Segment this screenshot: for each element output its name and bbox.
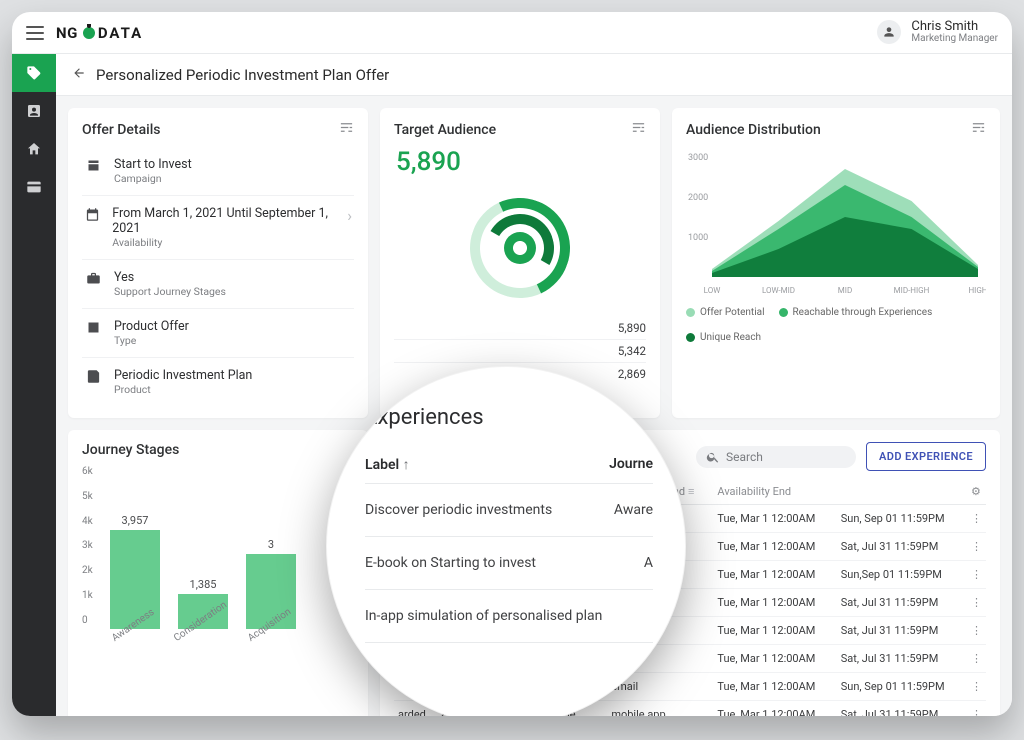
search-icon [706, 450, 720, 464]
audience-distribution-title: Audience Distribution [686, 122, 821, 138]
target-audience-title: Target Audience [394, 122, 496, 138]
svg-text:2000: 2000 [688, 193, 708, 203]
table-header[interactable]: Availability End [713, 479, 836, 505]
legend-item: Offer Potential [686, 307, 765, 318]
sidebar-item-offers[interactable] [12, 54, 56, 92]
tune-icon[interactable] [631, 120, 646, 139]
row-menu-icon[interactable]: ⋮ [967, 617, 986, 645]
page-header: Personalized Periodic Investment Plan Of… [56, 54, 1012, 96]
app-frame: NG DATA Chris Smith Marketing Manager [12, 12, 1012, 716]
offer-details-title: Offer Details [82, 122, 160, 138]
lens-col-label: Label [365, 457, 399, 473]
user-name: Chris Smith [911, 20, 998, 34]
journey-stages-title: Journey Stages [82, 442, 179, 458]
sidebar-item-contacts[interactable] [12, 92, 56, 130]
page-title: Personalized Periodic Investment Plan Of… [96, 66, 389, 84]
offer-detail-row: Product OfferType [82, 308, 354, 357]
row-menu-icon[interactable]: ⋮ [967, 701, 986, 717]
tag-icon [26, 65, 42, 81]
lens-row[interactable]: E-book on Starting to investA [365, 537, 653, 590]
avatar[interactable] [877, 20, 901, 44]
target-audience-metric: 5,890 [396, 147, 646, 177]
sidebar [12, 54, 56, 716]
sidebar-item-home[interactable] [12, 130, 56, 168]
legend-item: Reachable through Experiences [779, 307, 933, 318]
row-menu-icon[interactable]: ⋮ [967, 505, 986, 533]
audience-distribution-card: Audience Distribution 1000 2000 3000 LOW LOW… [672, 108, 1000, 418]
add-experience-button[interactable]: ADD EXPERIENCE [866, 442, 986, 471]
detail-icon [84, 369, 102, 384]
bar-col: 3,957 Awareness [110, 530, 160, 646]
brand-logo: NG DATA [56, 24, 143, 42]
ta-value-row: 5,342 [394, 339, 646, 362]
svg-text:LOW: LOW [704, 286, 721, 295]
svg-text:HIGH: HIGH [968, 286, 986, 295]
detail-icon [84, 158, 102, 173]
tune-icon[interactable] [339, 120, 354, 139]
back-icon[interactable] [72, 65, 86, 84]
user-role: Marketing Manager [911, 34, 998, 45]
search-input[interactable]: Search [696, 446, 856, 468]
journey-bar-chart: 6k5k4k3k2k1k0 3,957 Awareness 1,385 Cons… [82, 466, 354, 646]
offer-details-card: Offer Details Start to InvestCampaign Fr… [68, 108, 368, 418]
offer-detail-row: Start to InvestCampaign [82, 147, 354, 195]
chevron-right-icon: › [347, 206, 352, 225]
detail-icon [84, 320, 102, 335]
topbar: NG DATA Chris Smith Marketing Manager [12, 12, 1012, 54]
table-header[interactable] [837, 479, 967, 505]
svg-text:3000: 3000 [688, 153, 708, 163]
brand-dot-icon [83, 27, 95, 39]
journey-stages-card: Journey Stages 6k5k4k3k2k1k0 3,957 Aware… [68, 430, 368, 716]
zoom-lens: Experiences Label ↑ Journe Discover peri… [326, 366, 686, 716]
person-icon [882, 25, 896, 39]
bar-col: 3 Acquisition [246, 554, 296, 646]
settings-icon[interactable]: ⚙ [971, 485, 981, 498]
sidebar-item-payments[interactable] [12, 168, 56, 206]
detail-icon [84, 271, 102, 286]
row-menu-icon[interactable]: ⋮ [967, 645, 986, 673]
hamburger-icon[interactable] [26, 26, 44, 40]
row-menu-icon[interactable]: ⋮ [967, 561, 986, 589]
area-chart: 1000 2000 3000 LOW LOW-MID MID MID-HIGH HIGH [686, 147, 986, 297]
sort-asc-icon[interactable]: ↑ [403, 457, 410, 473]
offer-detail-row[interactable]: From March 1, 2021 Until September 1, 20… [82, 195, 354, 259]
lens-row[interactable]: In-app simulation of personalised plan [365, 590, 653, 643]
svg-text:1000: 1000 [688, 233, 708, 243]
tune-icon[interactable] [971, 120, 986, 139]
detail-icon [84, 207, 100, 222]
card-icon [26, 179, 42, 195]
legend-item: Unique Reach [686, 332, 761, 343]
svg-text:MID: MID [838, 286, 852, 295]
donut-chart [394, 183, 646, 313]
row-menu-icon[interactable]: ⋮ [967, 533, 986, 561]
search-placeholder: Search [726, 450, 763, 464]
svg-text:MID-HIGH: MID-HIGH [894, 286, 930, 295]
home-icon [26, 141, 42, 157]
brand-ng: NG [56, 24, 78, 42]
ta-value-row: 5,890 [394, 317, 646, 339]
bar-col: 1,385 Consideration [178, 594, 228, 646]
user-block[interactable]: Chris Smith Marketing Manager [911, 20, 998, 44]
brand-data: DATA [98, 24, 143, 42]
offer-detail-row: Periodic Investment PlanProduct [82, 357, 354, 406]
row-menu-icon[interactable]: ⋮ [967, 589, 986, 617]
lens-row[interactable]: Discover periodic investmentsAware [365, 484, 653, 537]
svg-text:LOW-MID: LOW-MID [762, 286, 795, 295]
lens-col-journey: Journe [609, 456, 653, 473]
lens-title: Experiences [365, 405, 653, 430]
offer-detail-row: YesSupport Journey Stages [82, 259, 354, 308]
contact-icon [26, 103, 42, 119]
row-menu-icon[interactable]: ⋮ [967, 673, 986, 701]
